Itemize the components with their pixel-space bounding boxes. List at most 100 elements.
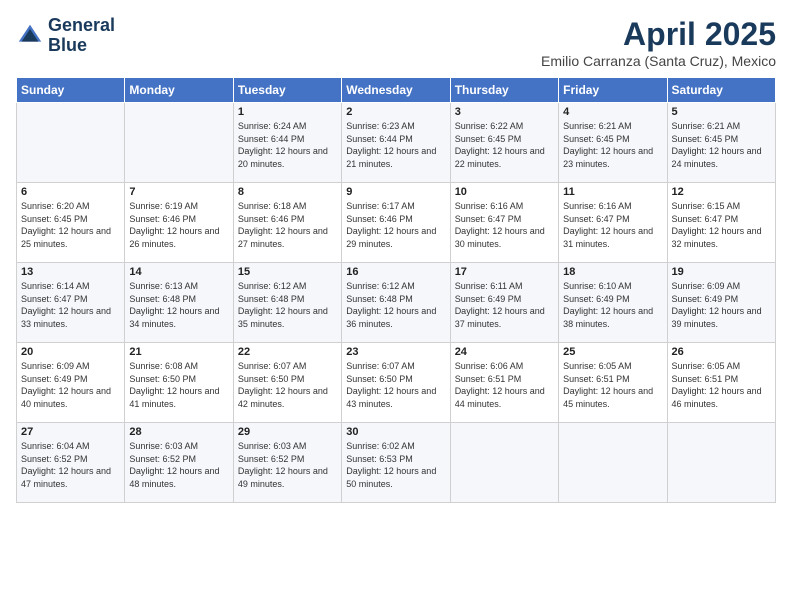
day-header-saturday: Saturday bbox=[667, 78, 775, 103]
logo-text: General Blue bbox=[48, 16, 115, 56]
day-info: Sunrise: 6:12 AM Sunset: 6:48 PM Dayligh… bbox=[238, 280, 337, 330]
day-number: 25 bbox=[563, 346, 662, 358]
day-header-tuesday: Tuesday bbox=[233, 78, 341, 103]
day-info: Sunrise: 6:22 AM Sunset: 6:45 PM Dayligh… bbox=[455, 120, 554, 170]
calendar-cell: 15 Sunrise: 6:12 AM Sunset: 6:48 PM Dayli… bbox=[233, 263, 341, 343]
day-number: 19 bbox=[672, 266, 771, 278]
day-header-wednesday: Wednesday bbox=[342, 78, 450, 103]
day-info: Sunrise: 6:03 AM Sunset: 6:52 PM Dayligh… bbox=[238, 440, 337, 490]
day-number: 16 bbox=[346, 266, 445, 278]
calendar-cell: 2 Sunrise: 6:23 AM Sunset: 6:44 PM Daylig… bbox=[342, 103, 450, 183]
calendar-cell: 12Sunrise: 6:15 AM Sunset: 6:47 PM Dayli… bbox=[667, 183, 775, 263]
day-number: 13 bbox=[21, 266, 120, 278]
day-number: 14 bbox=[129, 266, 228, 278]
day-info: Sunrise: 6:13 AM Sunset: 6:48 PM Dayligh… bbox=[129, 280, 228, 330]
day-info: Sunrise: 6:17 AM Sunset: 6:46 PM Dayligh… bbox=[346, 200, 445, 250]
day-number: 11 bbox=[563, 186, 662, 198]
calendar-header-row: SundayMondayTuesdayWednesdayThursdayFrid… bbox=[17, 78, 776, 103]
calendar-week-row: 20 Sunrise: 6:09 AM Sunset: 6:49 PM Dayli… bbox=[17, 343, 776, 423]
day-number: 15 bbox=[238, 266, 337, 278]
day-info: Sunrise: 6:11 AM Sunset: 6:49 PM Dayligh… bbox=[455, 280, 554, 330]
calendar-cell bbox=[17, 103, 125, 183]
day-number: 2 bbox=[346, 106, 445, 118]
calendar-cell: 16Sunrise: 6:12 AM Sunset: 6:48 PM Dayli… bbox=[342, 263, 450, 343]
calendar-cell: 30 Sunrise: 6:02 AM Sunset: 6:53 PM Dayli… bbox=[342, 423, 450, 503]
day-number: 7 bbox=[129, 186, 228, 198]
calendar-cell: 6 Sunrise: 6:20 AM Sunset: 6:45 PM Daylig… bbox=[17, 183, 125, 263]
calendar-cell bbox=[125, 103, 233, 183]
calendar-week-row: 6 Sunrise: 6:20 AM Sunset: 6:45 PM Daylig… bbox=[17, 183, 776, 263]
day-info: Sunrise: 6:16 AM Sunset: 6:47 PM Dayligh… bbox=[563, 200, 662, 250]
calendar-cell: 19 Sunrise: 6:09 AM Sunset: 6:49 PM Dayli… bbox=[667, 263, 775, 343]
day-number: 8 bbox=[238, 186, 337, 198]
day-info: Sunrise: 6:21 AM Sunset: 6:45 PM Dayligh… bbox=[672, 120, 771, 170]
calendar-cell: 13Sunrise: 6:14 AM Sunset: 6:47 PM Dayli… bbox=[17, 263, 125, 343]
day-info: Sunrise: 6:06 AM Sunset: 6:51 PM Dayligh… bbox=[455, 360, 554, 410]
calendar-cell: 10Sunrise: 6:16 AM Sunset: 6:47 PM Dayli… bbox=[450, 183, 558, 263]
day-info: Sunrise: 6:07 AM Sunset: 6:50 PM Dayligh… bbox=[346, 360, 445, 410]
calendar-cell: 27 Sunrise: 6:04 AM Sunset: 6:52 PM Dayli… bbox=[17, 423, 125, 503]
day-number: 5 bbox=[672, 106, 771, 118]
day-number: 10 bbox=[455, 186, 554, 198]
day-info: Sunrise: 6:24 AM Sunset: 6:44 PM Dayligh… bbox=[238, 120, 337, 170]
day-number: 27 bbox=[21, 426, 120, 438]
calendar-cell: 9 Sunrise: 6:17 AM Sunset: 6:46 PM Daylig… bbox=[342, 183, 450, 263]
day-number: 3 bbox=[455, 106, 554, 118]
day-number: 1 bbox=[238, 106, 337, 118]
calendar-cell: 4 Sunrise: 6:21 AM Sunset: 6:45 PM Daylig… bbox=[559, 103, 667, 183]
calendar-cell: 22Sunrise: 6:07 AM Sunset: 6:50 PM Dayli… bbox=[233, 343, 341, 423]
calendar-cell: 26Sunrise: 6:05 AM Sunset: 6:51 PM Dayli… bbox=[667, 343, 775, 423]
calendar-cell: 28Sunrise: 6:03 AM Sunset: 6:52 PM Dayli… bbox=[125, 423, 233, 503]
day-info: Sunrise: 6:23 AM Sunset: 6:44 PM Dayligh… bbox=[346, 120, 445, 170]
location-subtitle: Emilio Carranza (Santa Cruz), Mexico bbox=[541, 53, 776, 69]
calendar-cell bbox=[450, 423, 558, 503]
day-header-thursday: Thursday bbox=[450, 78, 558, 103]
day-header-monday: Monday bbox=[125, 78, 233, 103]
day-number: 26 bbox=[672, 346, 771, 358]
calendar-cell: 18 Sunrise: 6:10 AM Sunset: 6:49 PM Dayli… bbox=[559, 263, 667, 343]
page-header: General Blue April 2025 Emilio Carranza … bbox=[16, 16, 776, 69]
day-number: 21 bbox=[129, 346, 228, 358]
day-info: Sunrise: 6:09 AM Sunset: 6:49 PM Dayligh… bbox=[672, 280, 771, 330]
calendar-week-row: 27 Sunrise: 6:04 AM Sunset: 6:52 PM Dayli… bbox=[17, 423, 776, 503]
day-info: Sunrise: 6:20 AM Sunset: 6:45 PM Dayligh… bbox=[21, 200, 120, 250]
logo-line1: General bbox=[48, 16, 115, 36]
calendar-week-row: 13Sunrise: 6:14 AM Sunset: 6:47 PM Dayli… bbox=[17, 263, 776, 343]
day-number: 9 bbox=[346, 186, 445, 198]
day-number: 4 bbox=[563, 106, 662, 118]
calendar-cell: 14 Sunrise: 6:13 AM Sunset: 6:48 PM Dayli… bbox=[125, 263, 233, 343]
day-info: Sunrise: 6:03 AM Sunset: 6:52 PM Dayligh… bbox=[129, 440, 228, 490]
day-info: Sunrise: 6:04 AM Sunset: 6:52 PM Dayligh… bbox=[21, 440, 120, 490]
day-number: 12 bbox=[672, 186, 771, 198]
day-number: 30 bbox=[346, 426, 445, 438]
calendar-cell: 23 Sunrise: 6:07 AM Sunset: 6:50 PM Dayli… bbox=[342, 343, 450, 423]
day-info: Sunrise: 6:08 AM Sunset: 6:50 PM Dayligh… bbox=[129, 360, 228, 410]
day-number: 24 bbox=[455, 346, 554, 358]
day-info: Sunrise: 6:02 AM Sunset: 6:53 PM Dayligh… bbox=[346, 440, 445, 490]
day-number: 18 bbox=[563, 266, 662, 278]
calendar-table: SundayMondayTuesdayWednesdayThursdayFrid… bbox=[16, 77, 776, 503]
month-title: April 2025 bbox=[541, 16, 776, 53]
calendar-cell: 21 Sunrise: 6:08 AM Sunset: 6:50 PM Dayli… bbox=[125, 343, 233, 423]
calendar-cell: 7 Sunrise: 6:19 AM Sunset: 6:46 PM Daylig… bbox=[125, 183, 233, 263]
day-info: Sunrise: 6:21 AM Sunset: 6:45 PM Dayligh… bbox=[563, 120, 662, 170]
day-info: Sunrise: 6:19 AM Sunset: 6:46 PM Dayligh… bbox=[129, 200, 228, 250]
calendar-cell: 5 Sunrise: 6:21 AM Sunset: 6:45 PM Daylig… bbox=[667, 103, 775, 183]
day-number: 6 bbox=[21, 186, 120, 198]
calendar-cell bbox=[667, 423, 775, 503]
day-number: 23 bbox=[346, 346, 445, 358]
day-info: Sunrise: 6:09 AM Sunset: 6:49 PM Dayligh… bbox=[21, 360, 120, 410]
calendar-cell: 17 Sunrise: 6:11 AM Sunset: 6:49 PM Dayli… bbox=[450, 263, 558, 343]
calendar-cell: 3 Sunrise: 6:22 AM Sunset: 6:45 PM Daylig… bbox=[450, 103, 558, 183]
calendar-cell: 20 Sunrise: 6:09 AM Sunset: 6:49 PM Dayli… bbox=[17, 343, 125, 423]
day-number: 20 bbox=[21, 346, 120, 358]
day-number: 22 bbox=[238, 346, 337, 358]
day-header-friday: Friday bbox=[559, 78, 667, 103]
logo-icon bbox=[16, 22, 44, 50]
calendar-cell: 8 Sunrise: 6:18 AM Sunset: 6:46 PM Daylig… bbox=[233, 183, 341, 263]
day-number: 17 bbox=[455, 266, 554, 278]
calendar-week-row: 1 Sunrise: 6:24 AM Sunset: 6:44 PM Daylig… bbox=[17, 103, 776, 183]
day-info: Sunrise: 6:18 AM Sunset: 6:46 PM Dayligh… bbox=[238, 200, 337, 250]
day-info: Sunrise: 6:10 AM Sunset: 6:49 PM Dayligh… bbox=[563, 280, 662, 330]
calendar-cell bbox=[559, 423, 667, 503]
